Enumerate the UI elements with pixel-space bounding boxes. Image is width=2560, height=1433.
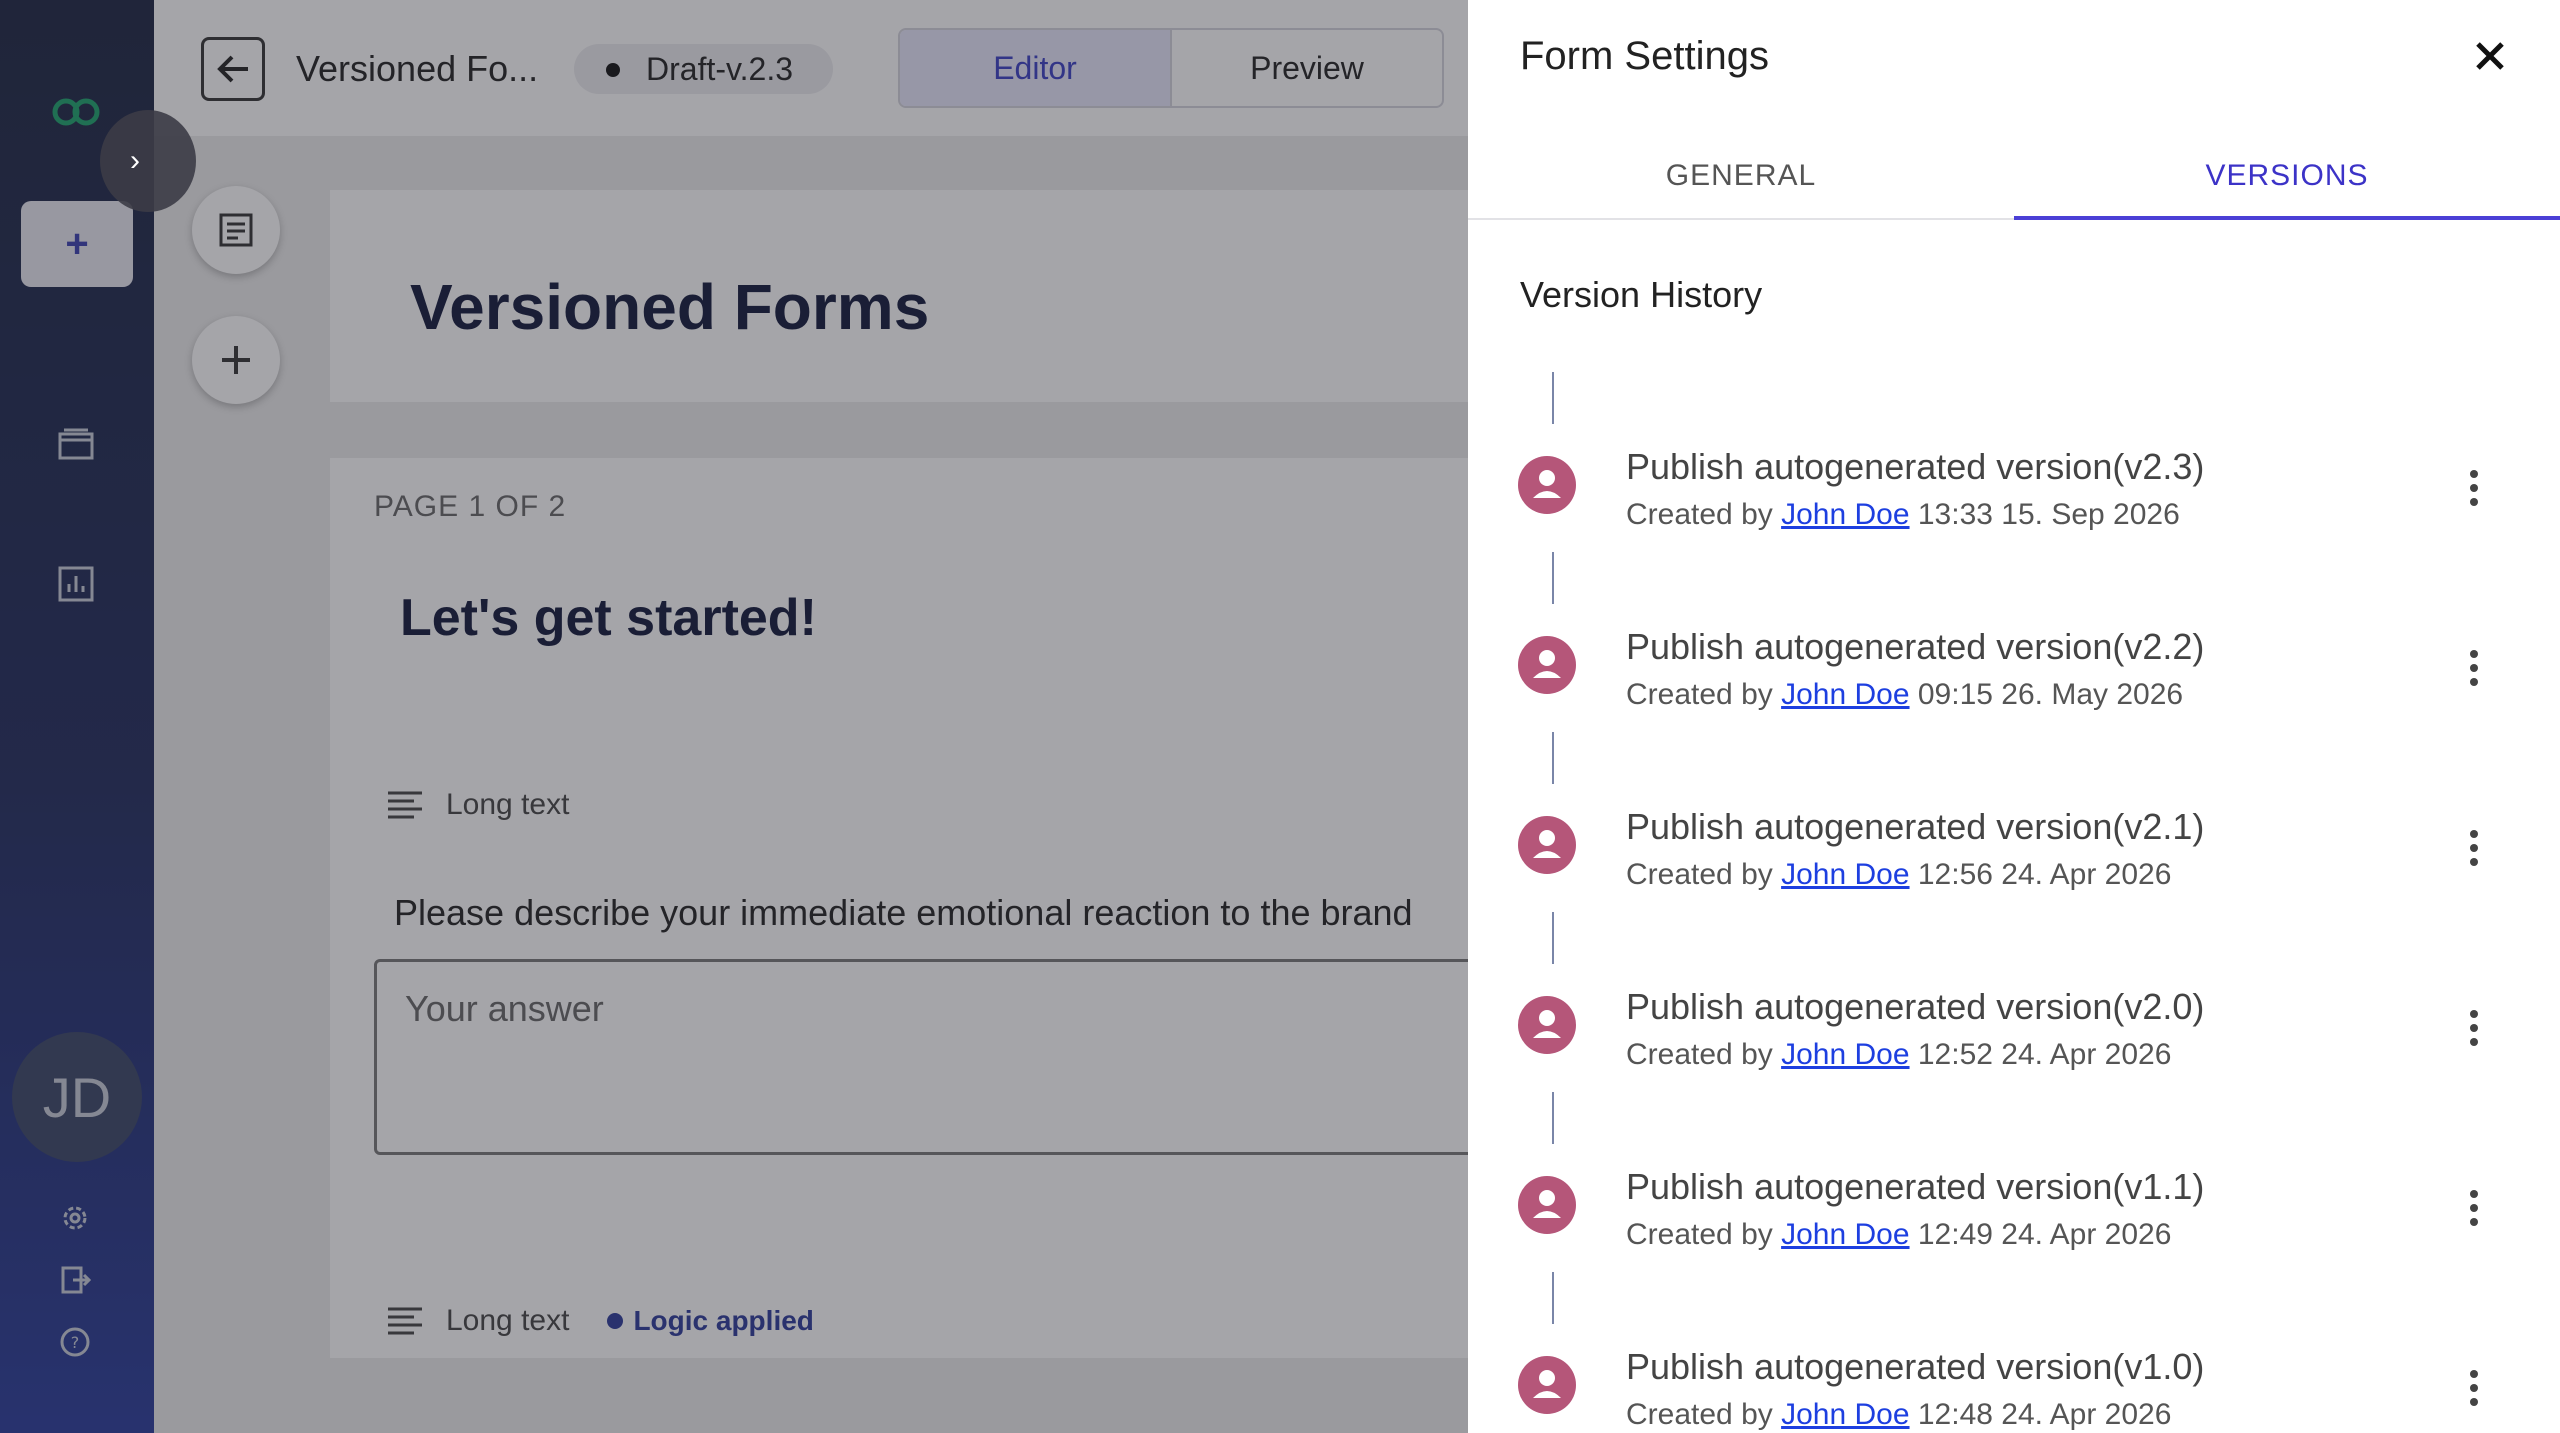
- more-options-icon[interactable]: [2454, 1004, 2494, 1052]
- more-options-icon[interactable]: [2454, 1184, 2494, 1232]
- version-title: Publish autogenerated version(v2.3): [1626, 446, 2205, 487]
- tab-general[interactable]: GENERAL: [1468, 134, 2014, 218]
- user-avatar-icon: [1518, 816, 1576, 874]
- created-by-label: Created by: [1626, 498, 1773, 531]
- version-title: Publish autogenerated version(v2.0): [1626, 986, 2205, 1027]
- created-by-label: Created by: [1626, 1218, 1773, 1251]
- timeline-line: [1552, 912, 1554, 964]
- version-timestamp: 12:52 24. Apr 2026: [1917, 1038, 2172, 1071]
- user-avatar-icon: [1518, 1176, 1576, 1234]
- more-options-icon[interactable]: [2454, 824, 2494, 872]
- version-title: Publish autogenerated version(v2.1): [1626, 806, 2205, 847]
- version-meta: Created by John Doe 12:52 24. Apr 2026: [1626, 1038, 2171, 1072]
- panel-title: Form Settings: [1520, 34, 1769, 78]
- timeline-line: [1552, 552, 1554, 604]
- user-avatar-icon: [1518, 1356, 1576, 1414]
- chevron-right-icon: ›: [130, 144, 140, 177]
- version-item[interactable]: Publish autogenerated version(v2.3) Crea…: [1468, 446, 2560, 546]
- version-meta: Created by John Doe 12:49 24. Apr 2026: [1626, 1218, 2171, 1252]
- expand-nav-button[interactable]: ›: [100, 110, 196, 212]
- more-options-icon[interactable]: [2454, 644, 2494, 692]
- version-meta: Created by John Doe 12:56 24. Apr 2026: [1626, 858, 2171, 892]
- form-settings-panel: Form Settings GENERAL VERSIONS Version H…: [1468, 0, 2560, 1433]
- more-options-icon[interactable]: [2454, 464, 2494, 512]
- author-link[interactable]: John Doe: [1781, 1398, 1909, 1431]
- more-options-icon[interactable]: [2454, 1364, 2494, 1412]
- version-meta: Created by John Doe 13:33 15. Sep 2026: [1626, 498, 2180, 532]
- timeline-line: [1552, 732, 1554, 784]
- version-timestamp: 09:15 26. May 2026: [1917, 678, 2184, 711]
- version-timestamp: 13:33 15. Sep 2026: [1917, 498, 2180, 531]
- version-timestamp: 12:56 24. Apr 2026: [1917, 858, 2172, 891]
- created-by-label: Created by: [1626, 1398, 1773, 1431]
- modal-backdrop[interactable]: [0, 0, 1468, 1433]
- version-item[interactable]: Publish autogenerated version(v2.1) Crea…: [1468, 806, 2560, 906]
- user-avatar-icon: [1518, 456, 1576, 514]
- created-by-label: Created by: [1626, 1038, 1773, 1071]
- version-title: Publish autogenerated version(v1.0): [1626, 1346, 2205, 1387]
- settings-tabs: GENERAL VERSIONS: [1468, 134, 2560, 220]
- version-history-title: Version History: [1520, 274, 1763, 315]
- user-avatar-icon: [1518, 996, 1576, 1054]
- close-icon[interactable]: [2464, 30, 2516, 82]
- created-by-label: Created by: [1626, 858, 1773, 891]
- user-avatar-icon: [1518, 636, 1576, 694]
- author-link[interactable]: John Doe: [1781, 498, 1909, 531]
- author-link[interactable]: John Doe: [1781, 678, 1909, 711]
- version-title: Publish autogenerated version(v2.2): [1626, 626, 2205, 667]
- author-link[interactable]: John Doe: [1781, 1218, 1909, 1251]
- timeline-line: [1552, 372, 1554, 424]
- timeline-line: [1552, 1092, 1554, 1144]
- version-meta: Created by John Doe 09:15 26. May 2026: [1626, 678, 2183, 712]
- version-item[interactable]: Publish autogenerated version(v2.2) Crea…: [1468, 626, 2560, 726]
- timeline-line: [1552, 1272, 1554, 1324]
- created-by-label: Created by: [1626, 678, 1773, 711]
- version-timestamp: 12:48 24. Apr 2026: [1917, 1398, 2172, 1431]
- version-title: Publish autogenerated version(v1.1): [1626, 1166, 2205, 1207]
- author-link[interactable]: John Doe: [1781, 1038, 1909, 1071]
- version-item[interactable]: Publish autogenerated version(v1.1) Crea…: [1468, 1166, 2560, 1266]
- author-link[interactable]: John Doe: [1781, 858, 1909, 891]
- version-item[interactable]: Publish autogenerated version(v2.0) Crea…: [1468, 986, 2560, 1086]
- version-meta: Created by John Doe 12:48 24. Apr 2026: [1626, 1398, 2171, 1432]
- version-item[interactable]: Publish autogenerated version(v1.0) Crea…: [1468, 1346, 2560, 1433]
- version-timestamp: 12:49 24. Apr 2026: [1917, 1218, 2172, 1251]
- tab-versions[interactable]: VERSIONS: [2014, 134, 2560, 220]
